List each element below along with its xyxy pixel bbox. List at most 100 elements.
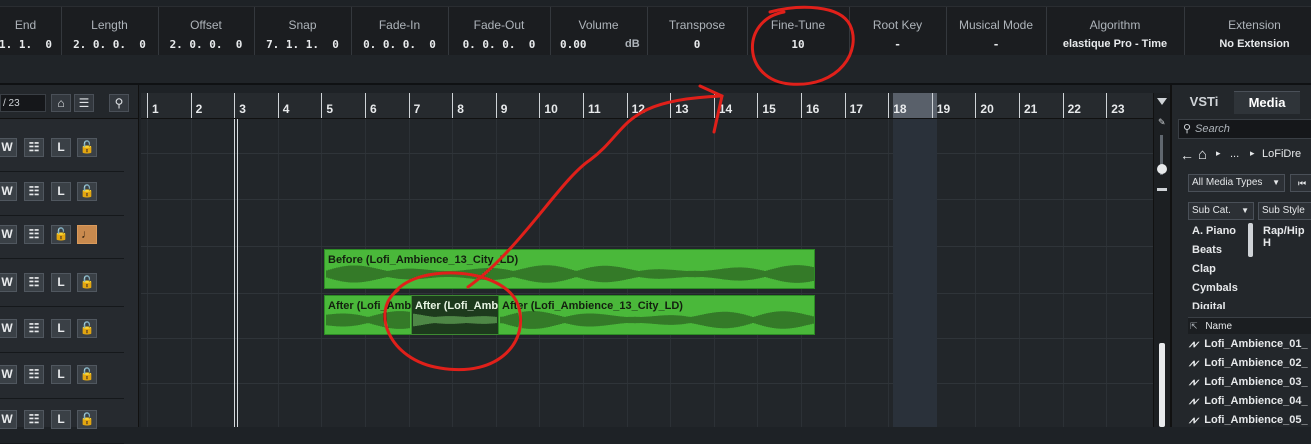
track-header-row[interactable]: W ☷ L 🔓	[0, 170, 124, 216]
info-transpose[interactable]: Transpose 0	[647, 7, 748, 56]
home-icon[interactable]: ⌂	[1198, 146, 1207, 163]
ruler-bar-marker[interactable]: 20	[975, 93, 994, 118]
zoom-slider-thumb[interactable]	[1157, 164, 1167, 174]
write-automation-button[interactable]: W	[0, 273, 17, 292]
tab-vsti[interactable]: VSTi	[1178, 91, 1230, 113]
home-icon[interactable]: ⌂	[51, 94, 71, 112]
track-header-row[interactable]: W ☷ L 🔓	[0, 307, 124, 353]
write-automation-button[interactable]: W	[0, 138, 17, 157]
note-icon[interactable]: ♩	[77, 225, 97, 244]
info-volume[interactable]: Volume 0.00 dB	[550, 7, 648, 56]
rewind-icon[interactable]: ⏮	[1290, 174, 1311, 192]
track-header-row[interactable]: W ☷ L 🔓	[0, 353, 124, 399]
media-search-field[interactable]: ⚲ Search	[1178, 119, 1311, 139]
timeline-ruler[interactable]: 1 2 3 4 5 6 7 8 9 10 11 12 13 14 15 16 17 18 19 20 21 22 23	[141, 93, 1153, 119]
info-value[interactable]: 10	[747, 38, 849, 51]
sub-category-select[interactable]: Sub Cat. ▼	[1188, 202, 1254, 220]
ruler-bar-marker[interactable]: 2	[190, 93, 202, 118]
search-icon[interactable]: ⚲	[109, 94, 129, 112]
list-icon[interactable]: ☰	[74, 94, 94, 112]
sub-style-select[interactable]: Sub Style	[1258, 202, 1311, 220]
write-automation-button[interactable]: W	[0, 319, 17, 338]
info-length[interactable]: Length 2. 0. 0. 0	[61, 7, 159, 56]
info-fade-in[interactable]: Fade-In 0. 0. 0. 0	[351, 7, 449, 56]
category-item[interactable]: Cymbals	[1192, 282, 1238, 294]
ruler-bar-marker[interactable]: 14	[713, 93, 732, 118]
ruler-bar-marker[interactable]: 21	[1019, 93, 1037, 118]
media-type-select[interactable]: All Media Types ▼	[1188, 174, 1285, 192]
info-extension[interactable]: Extension No Extension	[1184, 7, 1311, 56]
info-fade-out[interactable]: Fade-Out 0. 0. 0. 0	[448, 7, 551, 56]
ruler-bar-marker[interactable]: 13	[670, 93, 689, 118]
write-automation-button[interactable]: W	[0, 225, 17, 244]
edit-channel-icon[interactable]: ☷	[24, 319, 44, 338]
write-automation-button[interactable]: W	[0, 182, 17, 201]
info-value[interactable]: No Extension	[1184, 38, 1311, 50]
name-column-header[interactable]: Name	[1205, 321, 1232, 332]
lock-icon[interactable]: 🔓	[77, 319, 97, 338]
info-value[interactable]: 0. 0. 0. 0	[448, 38, 550, 51]
info-value[interactable]: 2. 0. 0. 0	[61, 38, 158, 51]
dropdown-arrow-icon[interactable]	[1157, 98, 1167, 105]
breadcrumb-folder[interactable]: LoFiDre	[1262, 148, 1301, 160]
info-value[interactable]: 7. 1. 1. 0	[254, 38, 351, 51]
category-item[interactable]: A. Piano	[1192, 225, 1236, 237]
audio-event-after-2[interactable]: After (Lofi_Ambience_13_City_LD)	[498, 295, 815, 335]
ruler-bar-marker[interactable]: 6	[365, 93, 377, 118]
back-arrow-icon[interactable]: ←	[1180, 147, 1194, 163]
info-musical-mode[interactable]: Musical Mode -	[946, 7, 1047, 56]
breadcrumb-ellipsis[interactable]: ...	[1230, 148, 1239, 160]
media-file-item[interactable]: ⩘⩗ Lofi_Ambience_05_	[1189, 411, 1311, 429]
media-file-item[interactable]: ⩘⩗ Lofi_Ambience_03_	[1189, 373, 1311, 391]
category-item[interactable]: Beats	[1192, 244, 1222, 256]
lock-icon[interactable]: 🔓	[77, 182, 97, 201]
track-zoom-field[interactable]: / 23	[0, 94, 46, 112]
info-end[interactable]: End 1. 1. 0	[0, 7, 62, 56]
ruler-bar-marker[interactable]: 7	[408, 93, 420, 118]
edit-channel-icon[interactable]: ☷	[24, 138, 44, 157]
audio-event-after-selected[interactable]: After (Lofi_Amb	[411, 295, 499, 335]
ruler-bar-marker[interactable]: 11	[583, 93, 601, 118]
ruler-bar-marker[interactable]: 10	[539, 93, 558, 118]
info-root-key[interactable]: Root Key -	[849, 7, 947, 56]
event-display[interactable]: Before (Lofi_Ambience_13_City_LD) After …	[141, 119, 1153, 427]
ruler-bar-marker[interactable]: 18	[888, 93, 907, 118]
vertical-scrollbar-thumb[interactable]	[1159, 343, 1165, 427]
media-file-item[interactable]: ⩘⩗ Lofi_Ambience_01_	[1189, 335, 1311, 353]
write-automation-button[interactable]: W	[0, 365, 17, 384]
track-header-row[interactable]: W ☷ L 🔓	[0, 126, 124, 172]
ruler-bar-marker[interactable]: 1	[147, 93, 159, 118]
info-snap[interactable]: Snap 7. 1. 1. 0	[254, 7, 352, 56]
minus-icon[interactable]	[1157, 188, 1167, 191]
lock-or-read-button[interactable]: L	[51, 138, 71, 157]
ruler-bar-marker[interactable]: 19	[931, 93, 950, 118]
media-file-item[interactable]: ⩘⩗ Lofi_Ambience_04_	[1189, 392, 1311, 410]
info-value[interactable]: 0. 0. 0. 0	[351, 38, 448, 51]
file-list-header[interactable]: ⇱ Name	[1188, 317, 1311, 334]
lock-icon[interactable]: 🔓	[77, 138, 97, 157]
track-header-row[interactable]: W ☷ L 🔓	[0, 398, 124, 444]
info-value[interactable]: -	[946, 38, 1046, 51]
ruler-bar-marker[interactable]: 3	[234, 93, 246, 118]
info-fine-tune[interactable]: Fine-Tune 10	[747, 7, 850, 56]
edit-channel-icon[interactable]: ☷	[24, 410, 44, 429]
edit-channel-icon[interactable]: ☷	[24, 365, 44, 384]
ruler-bar-marker[interactable]: 4	[277, 93, 289, 118]
lock-or-read-button[interactable]: L	[51, 319, 71, 338]
track-header-row[interactable]: W ☷ L 🔓	[0, 261, 124, 307]
ruler-bar-marker[interactable]: 23	[1106, 93, 1125, 118]
vertical-zoom-bar[interactable]: ✎	[1153, 93, 1170, 427]
audio-event-after-1[interactable]: After (Lofi_Amb	[324, 295, 412, 335]
audio-event-before[interactable]: Before (Lofi_Ambience_13_City_LD)	[324, 249, 815, 289]
lock-or-read-button[interactable]: L	[51, 410, 71, 429]
lock-or-read-button[interactable]: L	[51, 182, 71, 201]
lock-or-read-button[interactable]: L	[51, 273, 71, 292]
edit-channel-icon[interactable]: ☷	[24, 182, 44, 201]
ruler-bar-marker[interactable]: 12	[626, 93, 645, 118]
pencil-icon[interactable]: ✎	[1158, 117, 1166, 127]
category-item[interactable]: Digital	[1192, 301, 1226, 309]
ruler-bar-marker[interactable]: 17	[844, 93, 863, 118]
info-value[interactable]: -	[849, 38, 946, 51]
edit-channel-icon[interactable]: ☷	[24, 273, 44, 292]
ruler-bar-marker[interactable]: 22	[1062, 93, 1081, 118]
